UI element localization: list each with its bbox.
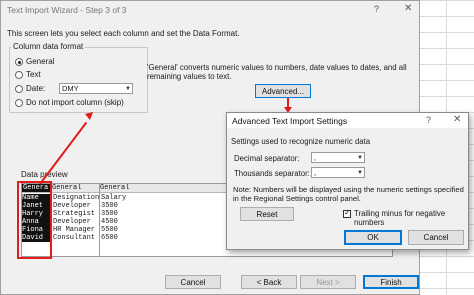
chevron-down-icon: ▼ [357,155,363,161]
regional-settings-note: Note: Numbers will be displayed using th… [233,185,464,203]
numeric-settings-subtitle: Settings used to recognize numeric data [231,137,371,146]
decimal-separator-select[interactable]: , ▼ [311,152,365,163]
dialog-title: Advanced Text Import Settings [232,116,348,126]
trailing-minus-label: Trailing minus for negative numbers [354,209,446,227]
thousands-separator-value: , [314,168,317,177]
trailing-minus-checkbox[interactable] [343,208,351,218]
advanced-settings-dialog: Advanced Text Import Settings ? ✕ Settin… [226,112,469,250]
ok-button[interactable]: OK [344,230,402,245]
help-icon[interactable]: ? [426,115,431,125]
arrow-head-icon [85,112,93,120]
thousands-separator-label: Thousands separator: [234,169,310,178]
chevron-down-icon: ▼ [357,170,363,176]
reset-button[interactable]: Reset [240,207,294,221]
decimal-separator-label: Decimal separator: [234,154,300,163]
close-icon[interactable]: ✕ [453,114,461,125]
dialog-cancel-button[interactable]: Cancel [408,230,464,245]
decimal-separator-value: , [314,153,317,162]
thousands-separator-select[interactable]: , ▼ [311,167,365,178]
